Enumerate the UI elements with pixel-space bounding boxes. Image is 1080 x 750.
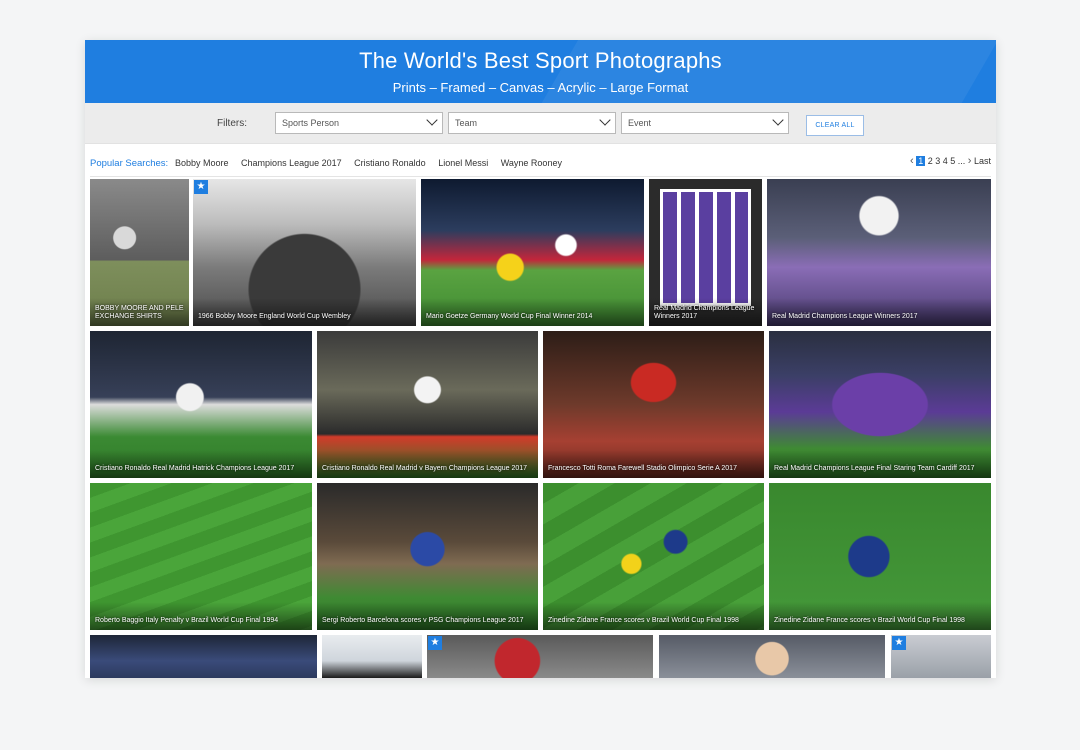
caption-shade bbox=[767, 298, 991, 326]
page-title: The World's Best Sport Photographs bbox=[359, 48, 722, 73]
gallery-page: The World's Best Sport Photographs Print… bbox=[85, 40, 996, 678]
star-icon: ★ bbox=[428, 636, 442, 650]
photo-caption: Zinedine Zidane France scores v Brazil W… bbox=[774, 617, 965, 624]
photo-caption: Cristiano Ronaldo Real Madrid v Bayern C… bbox=[322, 465, 528, 472]
photo-tile[interactable]: Zinedine Zidane France scores v Brazil W… bbox=[543, 483, 764, 630]
photo-caption: Francesco Totti Roma Farewell Stadio Oli… bbox=[548, 465, 737, 472]
team-select-value: Team bbox=[455, 118, 478, 128]
photo-tile[interactable] bbox=[322, 635, 422, 678]
chevron-down-icon bbox=[599, 114, 611, 126]
photo-tile[interactable]: BOBBY MOORE AND PELE EXCHANGE SHIRTS bbox=[90, 179, 189, 326]
photo-tile[interactable]: Real Madrid Champions League Winners 201… bbox=[767, 179, 991, 326]
event-select[interactable]: Event bbox=[621, 112, 789, 134]
photo-caption: Roberto Baggio Italy Penalty v Brazil Wo… bbox=[95, 617, 279, 624]
pagination: ‹ 1 2 3 4 5 ... › Last bbox=[910, 155, 991, 167]
photo-tile[interactable]: Mario Goetze Germany World Cup Final Win… bbox=[421, 179, 644, 326]
photo-image bbox=[659, 635, 885, 678]
caption-shade bbox=[543, 602, 764, 630]
divider bbox=[90, 176, 991, 177]
photo-caption: Zinedine Zidane France scores v Brazil W… bbox=[548, 617, 739, 624]
photo-caption: Real Madrid Champions League Final Stari… bbox=[774, 465, 975, 472]
photo-tile[interactable]: ★ bbox=[891, 635, 991, 678]
event-select-value: Event bbox=[628, 118, 652, 128]
photo-tile[interactable]: Roberto Baggio Italy Penalty v Brazil Wo… bbox=[90, 483, 312, 630]
photo-image bbox=[322, 635, 422, 678]
last-page-link[interactable]: Last bbox=[974, 156, 991, 166]
sports-person-select-value: Sports Person bbox=[282, 118, 340, 128]
page-links[interactable]: 2 3 4 5 ... bbox=[928, 156, 966, 166]
caption-shade bbox=[317, 450, 538, 478]
photo-tile[interactable]: Real Madrid Champions League Winners 201… bbox=[649, 179, 762, 326]
next-page-icon[interactable]: › bbox=[968, 155, 972, 167]
star-icon: ★ bbox=[194, 180, 208, 194]
popular-search-link[interactable]: Bobby Moore bbox=[175, 158, 229, 168]
clear-all-button[interactable]: CLEAR ALL bbox=[806, 115, 864, 136]
popular-search-link[interactable]: Champions League 2017 bbox=[241, 158, 342, 168]
current-page[interactable]: 1 bbox=[916, 156, 926, 166]
photo-caption: BOBBY MOORE AND PELE EXCHANGE SHIRTS bbox=[95, 305, 184, 320]
hero-banner: The World's Best Sport Photographs Print… bbox=[85, 40, 996, 103]
photo-tile[interactable]: Sergi Roberto Barcelona scores v PSG Cha… bbox=[317, 483, 538, 630]
photo-caption: Sergi Roberto Barcelona scores v PSG Cha… bbox=[322, 617, 524, 624]
photo-caption: Cristiano Ronaldo Real Madrid Hatrick Ch… bbox=[95, 465, 295, 472]
caption-shade bbox=[769, 602, 991, 630]
photo-caption: Real Madrid Champions League Winners 201… bbox=[772, 313, 918, 320]
photo-tile[interactable]: Real Madrid Champions League Final Stari… bbox=[769, 331, 991, 478]
photo-caption: 1966 Bobby Moore England World Cup Wembl… bbox=[198, 313, 351, 320]
chevron-down-icon bbox=[772, 114, 784, 126]
filter-bar: Filters: Sports Person Team Event CLEAR … bbox=[85, 103, 996, 144]
prev-page-icon[interactable]: ‹ bbox=[910, 155, 914, 167]
caption-shade bbox=[90, 450, 312, 478]
photo-tile[interactable] bbox=[659, 635, 885, 678]
popular-searches-label: Popular Searches: bbox=[90, 158, 169, 169]
team-select[interactable]: Team bbox=[448, 112, 616, 134]
photo-tile[interactable]: Cristiano Ronaldo Real Madrid Hatrick Ch… bbox=[90, 331, 312, 478]
caption-shade bbox=[421, 298, 644, 326]
star-icon: ★ bbox=[892, 636, 906, 650]
photo-caption: Mario Goetze Germany World Cup Final Win… bbox=[426, 313, 593, 320]
photo-tile[interactable]: ★ 1966 Bobby Moore England World Cup Wem… bbox=[193, 179, 416, 326]
photo-caption: Real Madrid Champions League Winners 201… bbox=[654, 305, 755, 320]
caption-shade bbox=[769, 450, 991, 478]
popular-searches: Popular Searches: Bobby Moore Champions … bbox=[85, 144, 996, 177]
photo-tile[interactable]: Francesco Totti Roma Farewell Stadio Oli… bbox=[543, 331, 764, 478]
popular-search-link[interactable]: Lionel Messi bbox=[438, 158, 488, 168]
photo-image bbox=[891, 635, 991, 678]
photo-tile[interactable]: Zinedine Zidane France scores v Brazil W… bbox=[769, 483, 991, 630]
sports-person-select[interactable]: Sports Person bbox=[275, 112, 443, 134]
popular-search-tags: Bobby Moore Champions League 2017 Cristi… bbox=[175, 158, 572, 168]
caption-shade bbox=[317, 602, 538, 630]
photo-grid: BOBBY MOORE AND PELE EXCHANGE SHIRTS ★ 1… bbox=[85, 179, 996, 678]
caption-shade bbox=[193, 298, 416, 326]
chevron-down-icon bbox=[426, 114, 438, 126]
photo-tile[interactable]: Cristiano Ronaldo Real Madrid v Bayern C… bbox=[317, 331, 538, 478]
page-subtitle: Prints – Framed – Canvas – Acrylic – Lar… bbox=[392, 80, 689, 95]
caption-shade bbox=[90, 602, 312, 630]
caption-shade bbox=[543, 450, 764, 478]
popular-search-link[interactable]: Wayne Rooney bbox=[501, 158, 562, 168]
photo-image bbox=[427, 635, 653, 678]
photo-tile[interactable] bbox=[90, 635, 317, 678]
photo-tile[interactable]: ★ bbox=[427, 635, 653, 678]
filters-label: Filters: bbox=[217, 118, 247, 129]
popular-search-link[interactable]: Cristiano Ronaldo bbox=[354, 158, 426, 168]
photo-image bbox=[90, 635, 317, 678]
